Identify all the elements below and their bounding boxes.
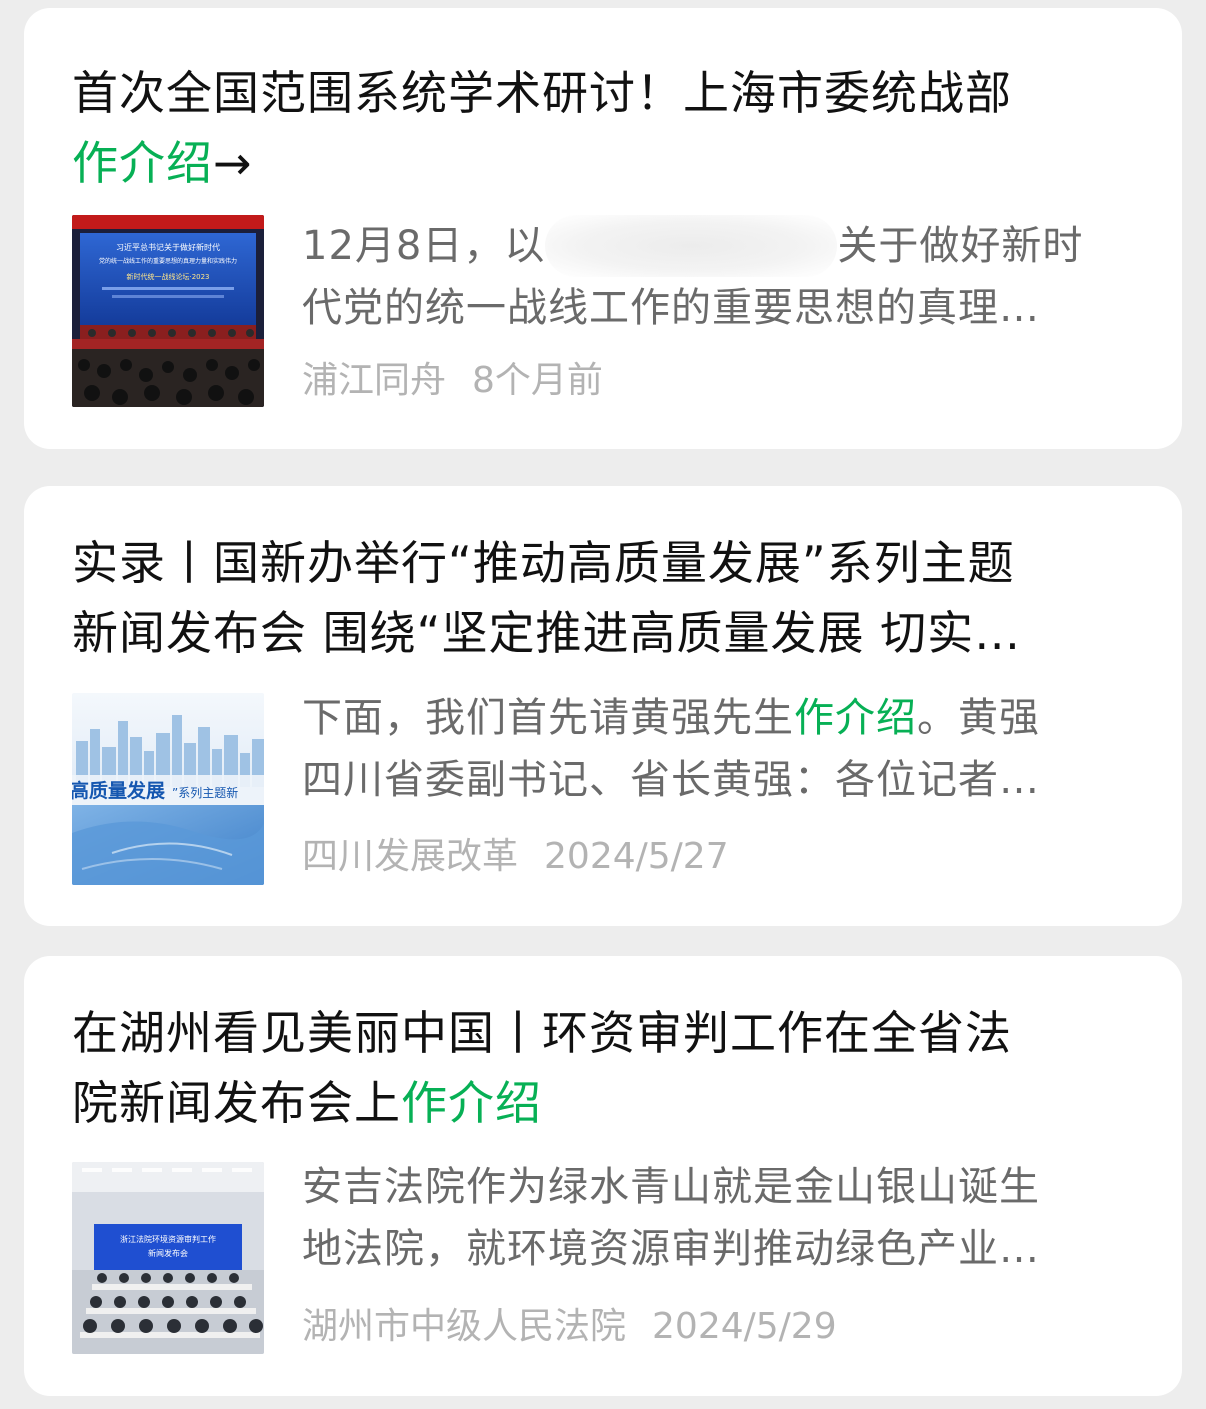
thumb-banner-text: 党的统一战线工作的重要思想的真理力量和实践伟力 (99, 257, 237, 265)
search-result-card[interactable]: 首次全国范围系统学术研讨！上海市委统战部 作介绍→ 习近平总书记关于做好新时代 … (24, 8, 1182, 449)
result-snippet: 安吉法院作为绿水青山就是金山银山诞生 地法院，就环境资源审判推动绿色产业… (302, 1164, 1040, 1272)
thumb-banner-text: 习近平总书记关于做好新时代 (116, 242, 220, 252)
thumb-banner-text: ”系列主题新 (172, 785, 238, 800)
thumb-banner-text: 高质量发展 (72, 779, 165, 802)
result-snippet: 12月8日，以 关于做好新时 代党的统一战线工作的重要思想的真理… (302, 215, 1116, 339)
result-title-line: 新闻发布会 围绕“坚定推进高质量发展 切实… (72, 606, 1022, 660)
result-snippet: 下面，我们首先请黄强先生作介绍。黄强 四川省委副书记、省长黄强：各位记者… (302, 695, 1040, 803)
result-thumbnail[interactable]: 高质量发展 ”系列主题新 (72, 693, 264, 885)
thumb-banner-text: 浙江法院环境资源审判工作 (120, 1234, 216, 1244)
result-time: 8个月前 (472, 360, 603, 401)
press-conference-image: 浙江法院环境资源审判工作 新闻发布会 (72, 1162, 264, 1354)
thumb-banner-text: 新时代统一战线论坛·2023 (126, 272, 209, 281)
keyword-highlight: 作介绍 (401, 1076, 542, 1130)
result-thumbnail[interactable]: 浙江法院环境资源审判工作 新闻发布会 (72, 1162, 264, 1354)
result-time: 2024/5/27 (544, 836, 729, 877)
result-title[interactable]: 首次全国范围系统学术研讨！上海市委统战部 作介绍→ (72, 58, 1112, 198)
city-skyline-banner-image: 高质量发展 ”系列主题新 (72, 693, 264, 885)
result-meta: 浦江同舟 8个月前 (302, 356, 603, 406)
result-meta: 四川发展改革 2024/5/27 (302, 832, 729, 882)
result-title-line: 首次全国范围系统学术研讨！上海市委统战部 (72, 66, 1012, 120)
keyword-highlight: 作介绍 (794, 695, 917, 741)
result-source[interactable]: 四川发展改革 (302, 836, 518, 877)
redacted-blur (545, 215, 838, 277)
result-title[interactable]: 实录丨国新办举行“推动高质量发展”系列主题 新闻发布会 围绕“坚定推进高质量发展… (72, 528, 1112, 668)
search-result-card[interactable]: 在湖州看见美丽中国丨环资审判工作在全省法 院新闻发布会上作介绍 浙江法院环境资源… (24, 956, 1182, 1396)
result-source[interactable]: 湖州市中级人民法院 (302, 1306, 626, 1347)
result-title[interactable]: 在湖州看见美丽中国丨环资审判工作在全省法 院新闻发布会上作介绍 (72, 998, 1112, 1138)
search-result-card[interactable]: 实录丨国新办举行“推动高质量发展”系列主题 新闻发布会 围绕“坚定推进高质量发展… (24, 486, 1182, 926)
arrow-icon: → (213, 136, 253, 190)
conference-stage-image: 习近平总书记关于做好新时代 党的统一战线工作的重要思想的真理力量和实践伟力 新时… (72, 215, 264, 407)
result-source[interactable]: 浦江同舟 (302, 360, 446, 401)
keyword-highlight: 作介绍 (72, 136, 213, 190)
result-title-line: 在湖州看见美丽中国丨环资审判工作在全省法 (72, 1006, 1012, 1060)
result-meta: 湖州市中级人民法院 2024/5/29 (302, 1302, 837, 1352)
result-title-line: 实录丨国新办举行“推动高质量发展”系列主题 (72, 536, 1015, 590)
result-thumbnail[interactable]: 习近平总书记关于做好新时代 党的统一战线工作的重要思想的真理力量和实践伟力 新时… (72, 215, 264, 407)
thumb-banner-text: 新闻发布会 (148, 1248, 188, 1258)
result-time: 2024/5/29 (652, 1306, 837, 1347)
